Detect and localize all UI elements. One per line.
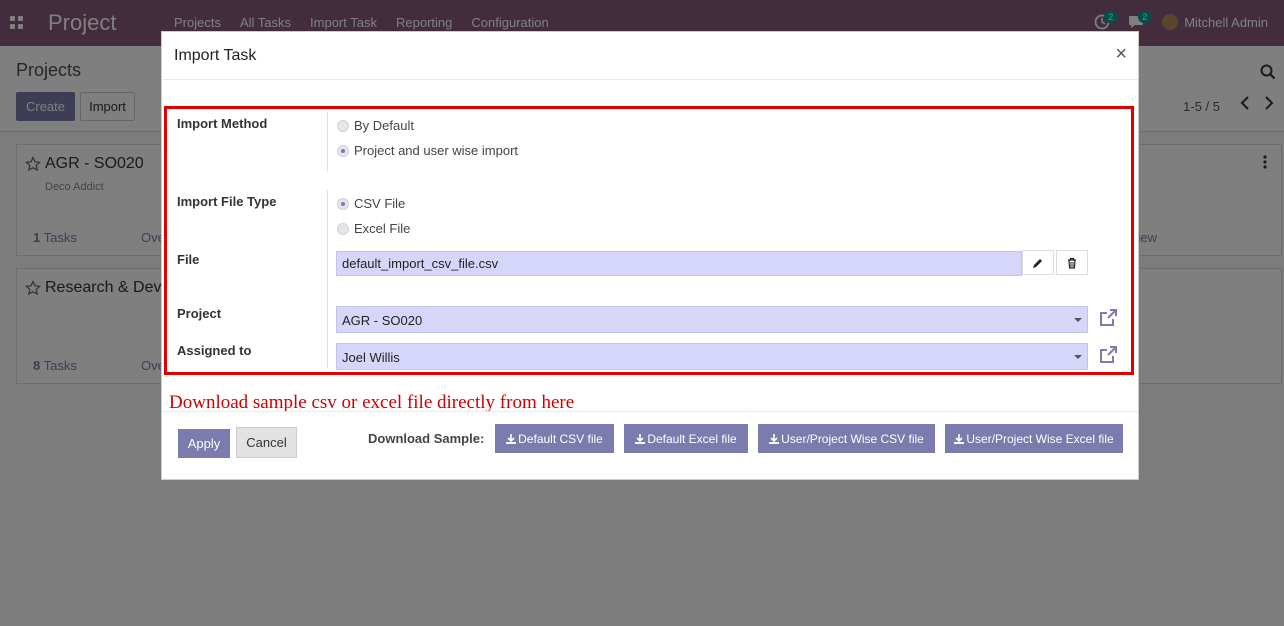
project-select-value: AGR - SO020 [342, 313, 423, 328]
caret-down-icon[interactable] [1074, 355, 1082, 359]
external-link-icon[interactable] [1098, 345, 1118, 365]
radio-label: By Default [354, 118, 414, 133]
external-link-icon[interactable] [1098, 308, 1118, 328]
radio-dot[interactable] [337, 222, 349, 235]
trash-icon [1068, 257, 1076, 269]
assigned-to-select[interactable]: Joel Willis [336, 343, 1088, 370]
divider [327, 190, 328, 368]
download-user-project-csv-button[interactable]: User/Project Wise CSV file [758, 424, 935, 453]
project-label: Project [177, 306, 222, 321]
highlight-annotation-box [164, 106, 1134, 375]
download-label: Default CSV file [518, 431, 603, 446]
assigned-to-select-value: Joel Willis [342, 350, 400, 365]
modal-header: Import Task × [162, 32, 1138, 80]
radio-label: CSV File [354, 196, 406, 211]
download-default-csv-button[interactable]: Default CSV file [495, 424, 614, 453]
assigned-to-label: Assigned to [177, 343, 252, 358]
pencil-icon [1033, 258, 1042, 268]
project-select[interactable]: AGR - SO020 [336, 306, 1088, 333]
caret-down-icon[interactable] [1074, 318, 1082, 322]
download-icon [769, 433, 780, 444]
download-icon [954, 433, 965, 444]
download-default-excel-button[interactable]: Default Excel file [624, 424, 748, 453]
radio-project-user-wise[interactable]: Project and user wise import [337, 143, 518, 158]
download-icon [635, 433, 646, 444]
download-icon [506, 433, 517, 444]
download-label: Default Excel file [647, 431, 737, 446]
import-file-type-label: Import File Type [177, 194, 277, 209]
radio-label: Excel File [354, 221, 411, 236]
close-icon[interactable]: × [1115, 43, 1127, 66]
download-label: User/Project Wise Excel file [966, 431, 1114, 446]
delete-file-button[interactable] [1056, 250, 1088, 275]
radio-label: Project and user wise import [354, 143, 519, 158]
apply-button[interactable]: Apply [178, 429, 230, 458]
modal-title: Import Task [174, 47, 257, 64]
cancel-button[interactable]: Cancel [236, 427, 297, 458]
import-method-label: Import Method [177, 116, 268, 131]
file-name-field[interactable]: default_import_csv_file.csv [336, 251, 1022, 276]
download-label: User/Project Wise CSV file [781, 431, 924, 446]
radio-by-default[interactable]: By Default [337, 118, 414, 133]
edit-file-button[interactable] [1022, 250, 1054, 275]
radio-excel-file[interactable]: Excel File [337, 221, 410, 236]
import-task-dialog: Import Task × Import Method By Default P… [161, 31, 1139, 480]
radio-dot[interactable] [337, 144, 349, 157]
download-user-project-excel-button[interactable]: User/Project Wise Excel file [945, 424, 1123, 453]
radio-csv-file[interactable]: CSV File [337, 196, 405, 211]
download-sample-label: Download Sample: [368, 431, 485, 446]
radio-dot[interactable] [337, 197, 349, 210]
divider [327, 112, 328, 172]
file-label: File [177, 252, 200, 267]
radio-dot[interactable] [337, 119, 349, 132]
